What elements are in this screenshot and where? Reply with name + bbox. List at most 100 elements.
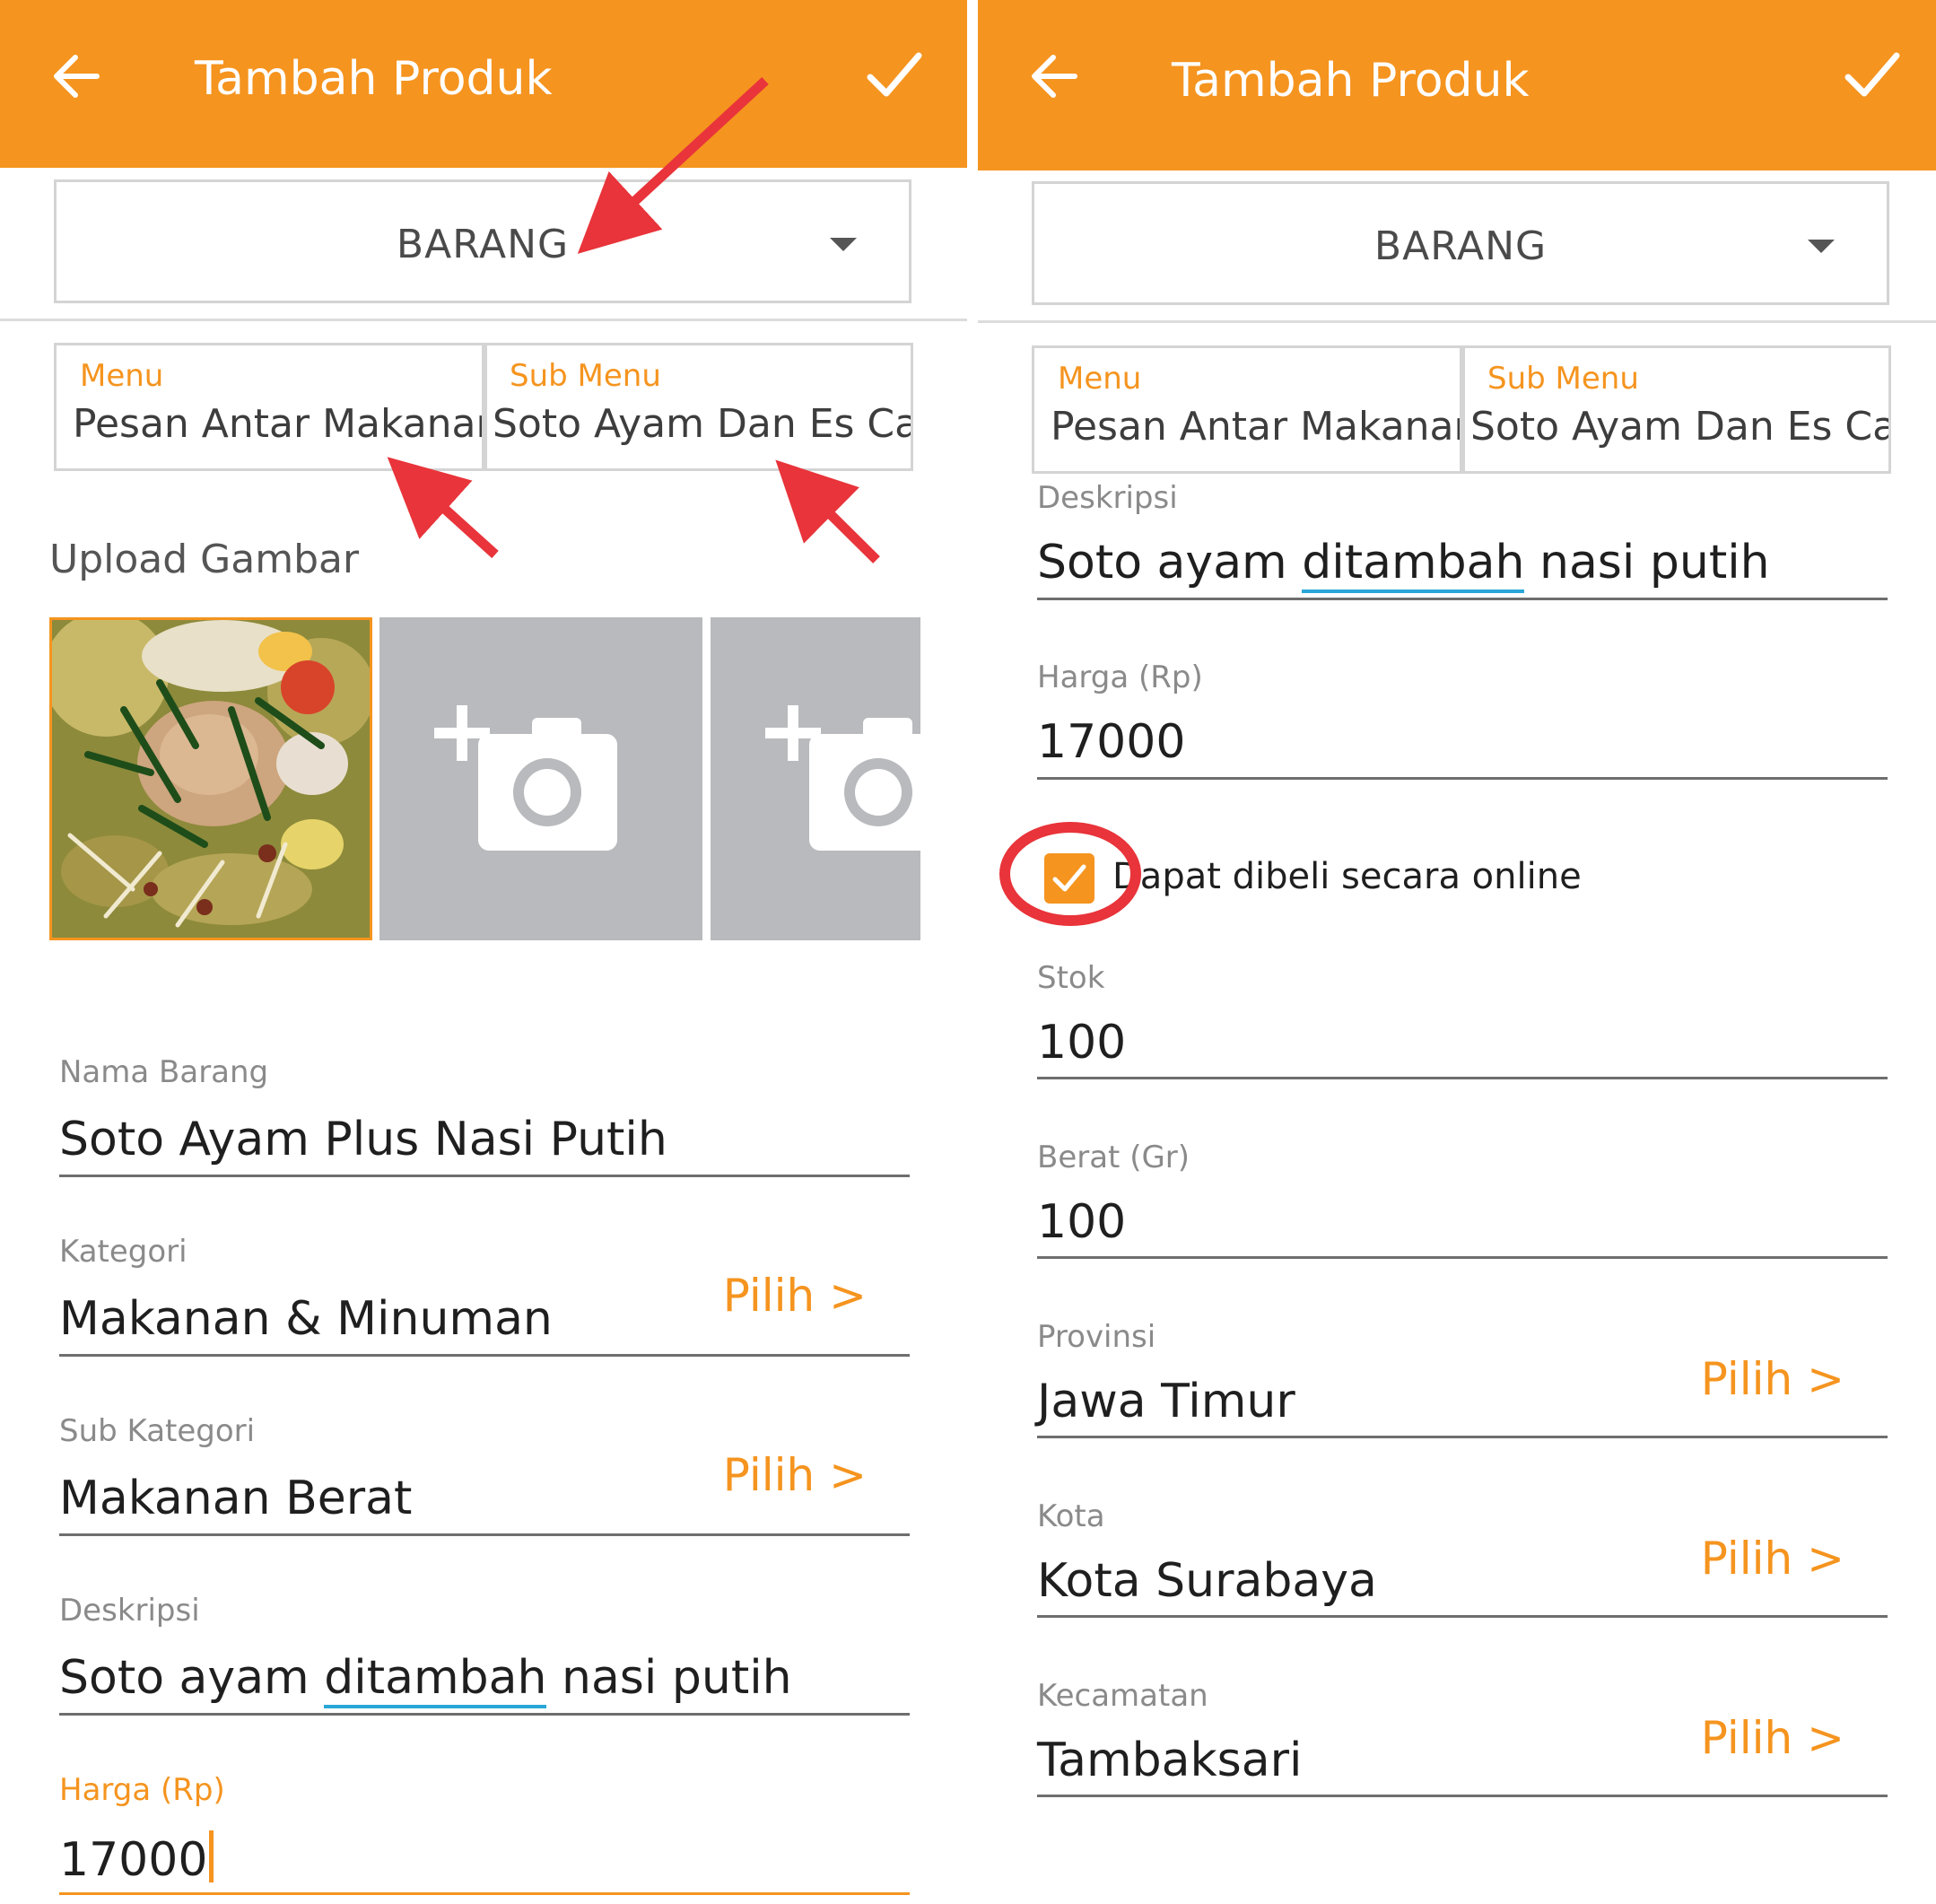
check-icon[interactable] bbox=[1844, 50, 1900, 100]
sub-menu-selector[interactable]: Sub Menu Soto Ayam Dan Es Ca... bbox=[484, 343, 913, 471]
sub-kategori-field[interactable]: Sub Kategori Makanan Berat Pilih > bbox=[59, 1413, 910, 1539]
divider bbox=[978, 320, 1936, 323]
harga-field[interactable]: Harga (Rp) 17000 bbox=[59, 1772, 910, 1898]
sub-menu-selector[interactable]: Sub Menu Soto Ayam Dan Es Ca... bbox=[1462, 345, 1891, 474]
online-checkbox[interactable] bbox=[1044, 853, 1094, 904]
sub-menu-label: Sub Menu bbox=[1487, 361, 1639, 397]
product-type-value: BARANG bbox=[396, 222, 570, 267]
field-underline bbox=[59, 1354, 910, 1357]
add-photo-icon bbox=[765, 705, 920, 851]
kategori-field[interactable]: Kategori Makanan & Minuman Pilih > bbox=[59, 1234, 910, 1359]
checkmark-icon bbox=[1052, 864, 1086, 892]
product-photo[interactable] bbox=[49, 617, 372, 940]
field-label: Kota bbox=[1037, 1498, 1105, 1534]
field-label: Nama Barang bbox=[59, 1054, 269, 1090]
pilih-button[interactable]: Pilih > bbox=[1701, 1353, 1844, 1405]
menu-value: Pesan Antar Makanan bbox=[73, 401, 484, 447]
sub-menu-value: Soto Ayam Dan Es Ca... bbox=[493, 401, 913, 447]
arrow-back-icon[interactable] bbox=[50, 50, 102, 102]
online-checkbox-label: Dapat dibeli secara online bbox=[1112, 856, 1582, 897]
dropdown-caret-icon bbox=[830, 238, 857, 251]
field-underline bbox=[1037, 598, 1888, 600]
field-value: 100 bbox=[1037, 1195, 1127, 1249]
kecamatan-field[interactable]: Kecamatan Tambaksari Pilih > bbox=[1037, 1678, 1888, 1804]
deskripsi-field[interactable]: Deskripsi Soto ayam ditambah nasi putih bbox=[59, 1593, 910, 1718]
berat-field[interactable]: Berat (Gr) 100 bbox=[1037, 1140, 1888, 1265]
divider bbox=[0, 319, 967, 321]
field-value: Jawa Timur bbox=[1037, 1375, 1295, 1428]
menu-selector[interactable]: Menu Pesan Antar Makanan bbox=[1032, 345, 1462, 474]
field-value: 100 bbox=[1037, 1016, 1127, 1070]
field-value: 17000 bbox=[59, 1830, 214, 1887]
field-label: Sub Kategori bbox=[59, 1413, 256, 1449]
app-bar: Tambah Produk bbox=[978, 0, 1936, 170]
field-value: Makanan & Minuman bbox=[59, 1292, 553, 1346]
field-underline bbox=[1037, 1436, 1888, 1438]
field-underline bbox=[1037, 777, 1888, 780]
desc-text-part: Soto ayam bbox=[59, 1651, 325, 1705]
field-underline bbox=[59, 1175, 910, 1177]
arrow-back-icon[interactable] bbox=[1028, 50, 1080, 102]
nama-barang-field[interactable]: Nama Barang Soto Ayam Plus Nasi Putih bbox=[59, 1054, 910, 1180]
screen-left: Tambah Produk BARANG Menu Pesan Antar Ma… bbox=[0, 0, 967, 1904]
field-label: Deskripsi bbox=[59, 1593, 200, 1629]
field-underline bbox=[1037, 1615, 1888, 1618]
menu-selector[interactable]: Menu Pesan Antar Makanan bbox=[54, 343, 484, 471]
add-photo-icon bbox=[434, 705, 617, 851]
kota-field[interactable]: Kota Kota Surabaya Pilih > bbox=[1037, 1498, 1888, 1624]
pilih-button[interactable]: Pilih > bbox=[1701, 1712, 1844, 1764]
field-label: Deskripsi bbox=[1037, 480, 1178, 516]
field-value: Tambaksari bbox=[1037, 1734, 1303, 1787]
menu-label: Menu bbox=[1058, 361, 1142, 397]
desc-text-part: Soto ayam bbox=[1037, 536, 1303, 590]
screen-right: Tambah Produk BARANG Menu Pesan Antar Ma… bbox=[978, 0, 1936, 1904]
add-photo-slot[interactable] bbox=[711, 617, 920, 940]
field-value: 17000 bbox=[1037, 715, 1186, 769]
upload-title: Upload Gambar bbox=[49, 537, 360, 582]
pilih-button[interactable]: Pilih > bbox=[723, 1449, 867, 1501]
page-title: Tambah Produk bbox=[195, 52, 553, 106]
field-label: Berat (Gr) bbox=[1037, 1140, 1190, 1175]
app-bar: Tambah Produk bbox=[0, 0, 967, 168]
field-label: Kategori bbox=[59, 1234, 187, 1270]
deskripsi-field[interactable]: Deskripsi Soto ayam ditambah nasi putih bbox=[1037, 480, 1888, 606]
check-icon[interactable] bbox=[867, 50, 922, 100]
pilih-button[interactable]: Pilih > bbox=[723, 1270, 867, 1322]
product-type-dropdown[interactable]: BARANG bbox=[54, 179, 911, 303]
food-image bbox=[52, 620, 370, 938]
field-value: Soto Ayam Plus Nasi Putih bbox=[59, 1113, 667, 1166]
field-underline bbox=[1037, 1795, 1888, 1797]
add-photo-slot[interactable] bbox=[379, 617, 702, 940]
field-label: Harga (Rp) bbox=[1037, 659, 1203, 695]
field-underline-focused bbox=[59, 1892, 910, 1895]
pilih-button[interactable]: Pilih > bbox=[1701, 1533, 1844, 1585]
harga-value: 17000 bbox=[59, 1833, 208, 1887]
sub-menu-value: Soto Ayam Dan Es Ca... bbox=[1470, 404, 1891, 450]
spellcheck-word: ditambah bbox=[324, 1651, 547, 1708]
provinsi-field[interactable]: Provinsi Jawa Timur Pilih > bbox=[1037, 1319, 1888, 1445]
product-type-value: BARANG bbox=[1374, 223, 1548, 269]
field-label: Stok bbox=[1037, 960, 1105, 996]
menu-label: Menu bbox=[80, 358, 164, 394]
text-cursor bbox=[209, 1830, 214, 1882]
dropdown-caret-icon bbox=[1808, 240, 1835, 253]
screenshot-divider bbox=[967, 0, 978, 1904]
spellcheck-word: ditambah bbox=[1302, 536, 1525, 593]
field-underline bbox=[1037, 1077, 1888, 1079]
field-value: Soto ayam ditambah nasi putih bbox=[1037, 536, 1770, 593]
page-title: Tambah Produk bbox=[1172, 54, 1530, 108]
field-underline bbox=[1037, 1256, 1888, 1259]
field-label: Kecamatan bbox=[1037, 1678, 1208, 1714]
field-value: Soto ayam ditambah nasi putih bbox=[59, 1651, 792, 1708]
field-underline bbox=[59, 1713, 910, 1716]
sub-menu-label: Sub Menu bbox=[510, 358, 661, 394]
field-label: Harga (Rp) bbox=[59, 1772, 225, 1808]
field-value: Kota Surabaya bbox=[1037, 1554, 1377, 1608]
field-value: Makanan Berat bbox=[59, 1472, 413, 1525]
harga-field[interactable]: Harga (Rp) 17000 bbox=[1037, 659, 1888, 785]
menu-value: Pesan Antar Makanan bbox=[1051, 404, 1462, 450]
stok-field[interactable]: Stok 100 bbox=[1037, 960, 1888, 1086]
field-label: Provinsi bbox=[1037, 1319, 1156, 1355]
desc-text-part: nasi putih bbox=[546, 1651, 792, 1705]
product-type-dropdown[interactable]: BARANG bbox=[1032, 181, 1889, 305]
